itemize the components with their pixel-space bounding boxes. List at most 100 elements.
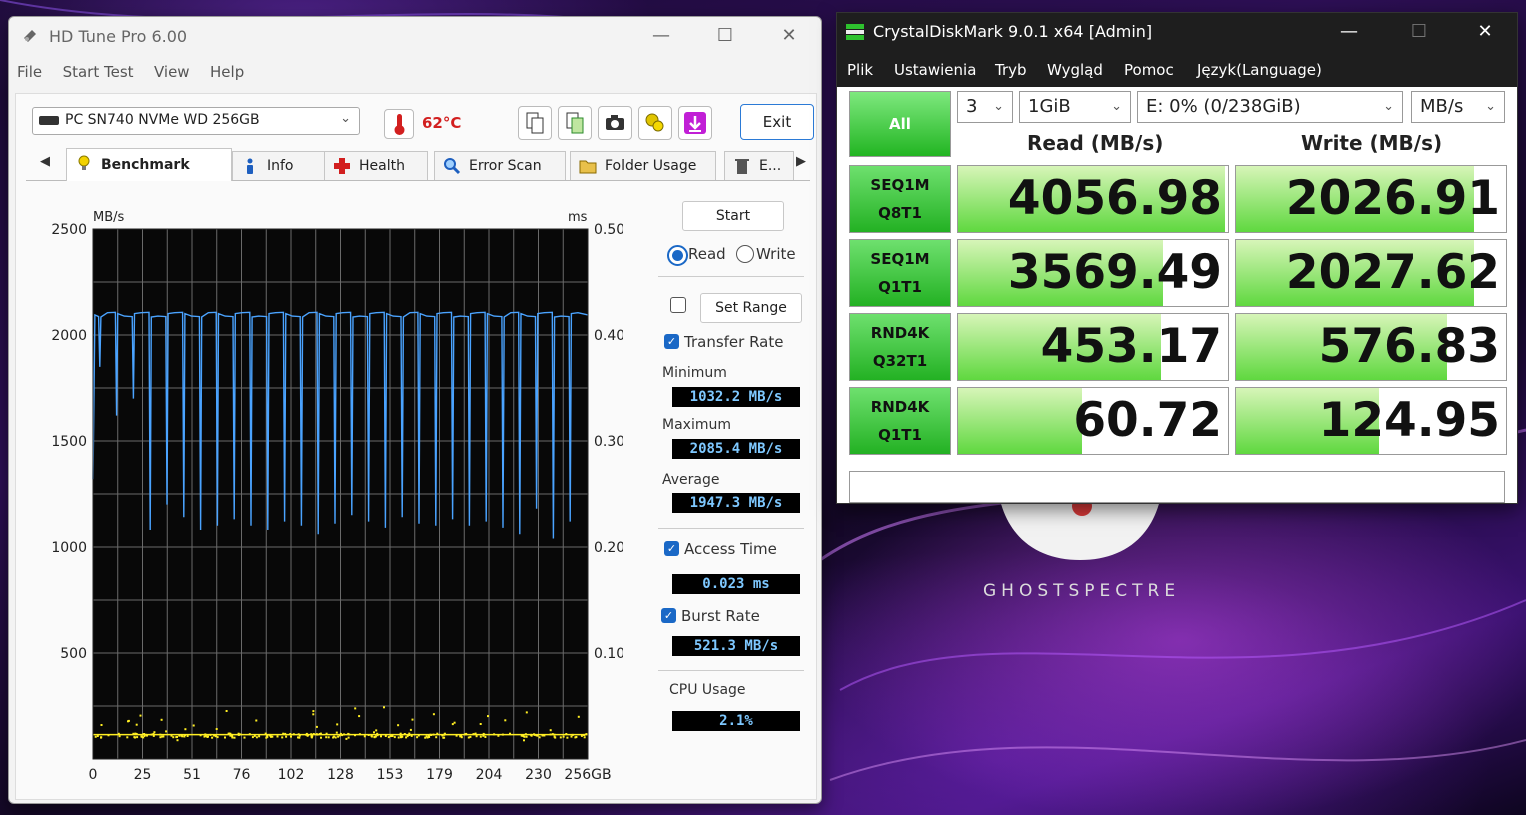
tab-info[interactable]: Info bbox=[232, 151, 326, 180]
tab-health-label: Health bbox=[359, 158, 405, 174]
access-time-point bbox=[100, 724, 103, 726]
menu-start-test[interactable]: Start Test bbox=[63, 63, 134, 81]
comment-field[interactable] bbox=[849, 471, 1505, 503]
access-time-point bbox=[312, 713, 315, 716]
test-name: SEQ1M bbox=[870, 176, 930, 194]
hdtune-title: HD Tune Pro 6.00 bbox=[49, 27, 188, 46]
menu-plik[interactable]: Plik bbox=[847, 61, 873, 79]
tab-error-scan[interactable]: Error Scan bbox=[434, 151, 566, 180]
access-time-point bbox=[255, 719, 258, 722]
result-value: 576.83 bbox=[1318, 319, 1500, 374]
result-value: 3569.49 bbox=[1007, 245, 1222, 300]
access-time-point bbox=[265, 736, 268, 739]
access-time-point bbox=[118, 735, 121, 738]
test-queue: Q8T1 bbox=[878, 204, 922, 222]
separator bbox=[658, 670, 804, 671]
result-read-cell: 453.17 bbox=[957, 313, 1229, 381]
tab-erase[interactable]: E... bbox=[724, 151, 794, 180]
drive-select[interactable]: E: 0% (0/238GiB) ⌄ bbox=[1137, 91, 1403, 123]
result-bar bbox=[958, 388, 1083, 454]
transfer-rate-checkbox[interactable]: ✓ bbox=[664, 334, 679, 349]
cdm-maximize-button[interactable]: ☐ bbox=[1399, 19, 1439, 45]
cdm-titlebar[interactable]: CrystalDiskMark 9.0.1 x64 [Admin] — ☐ ✕ bbox=[837, 13, 1517, 51]
result-value: 2027.62 bbox=[1285, 245, 1500, 300]
save-down-icon[interactable] bbox=[678, 106, 712, 140]
size-select[interactable]: 1GiB ⌄ bbox=[1019, 91, 1131, 123]
size-value: 1GiB bbox=[1028, 96, 1071, 117]
access-time-point bbox=[397, 724, 400, 727]
access-time-point bbox=[214, 735, 217, 738]
menu-help[interactable]: Help bbox=[210, 63, 244, 81]
access-time-point bbox=[484, 736, 487, 738]
hdtune-maximize-button[interactable]: ☐ bbox=[705, 23, 745, 49]
tab-scroll-left-icon[interactable]: ◀ bbox=[40, 154, 50, 169]
access-time-point bbox=[216, 736, 219, 739]
runs-select[interactable]: 3 ⌄ bbox=[957, 91, 1013, 123]
y-right-tick-label: 0.50 bbox=[594, 222, 623, 238]
access-time-point bbox=[347, 736, 350, 739]
test-rnd4k-q1t1-button[interactable]: RND4K Q1T1 bbox=[849, 387, 951, 455]
x-tick-label: 51 bbox=[183, 767, 201, 783]
access-time-point bbox=[311, 735, 314, 738]
read-radio[interactable] bbox=[667, 245, 688, 266]
access-time-point bbox=[389, 735, 392, 738]
access-time-point bbox=[479, 723, 482, 725]
access-time-point bbox=[153, 731, 156, 734]
menu-wyglad[interactable]: Wygląd bbox=[1047, 61, 1103, 79]
result-write-cell: 2027.62 bbox=[1235, 239, 1507, 307]
exit-button[interactable]: Exit bbox=[740, 104, 814, 140]
cdm-close-button[interactable]: ✕ bbox=[1465, 19, 1505, 45]
tab-benchmark[interactable]: Benchmark bbox=[66, 148, 232, 181]
access-time-point bbox=[435, 736, 438, 739]
access-time-point bbox=[183, 735, 186, 738]
menu-view[interactable]: View bbox=[154, 63, 190, 81]
copy-image-icon[interactable] bbox=[558, 106, 592, 140]
menu-pomoc[interactable]: Pomoc bbox=[1124, 61, 1174, 79]
write-radio[interactable] bbox=[736, 245, 754, 263]
camera-icon[interactable] bbox=[598, 106, 632, 140]
maximum-value: 2085.4 MB/s bbox=[672, 439, 800, 459]
menu-jezyk[interactable]: Język(Language) bbox=[1197, 61, 1322, 79]
cdm-title: CrystalDiskMark 9.0.1 x64 [Admin] bbox=[873, 22, 1153, 41]
tab-scroll-right-icon[interactable]: ▶ bbox=[796, 154, 806, 169]
result-read-cell: 60.72 bbox=[957, 387, 1229, 455]
unit-select[interactable]: MB/s ⌄ bbox=[1411, 91, 1505, 123]
set-range-button[interactable]: Set Range bbox=[700, 293, 802, 323]
unit-value: MB/s bbox=[1420, 96, 1464, 117]
access-time-point bbox=[165, 730, 168, 733]
access-time-point bbox=[332, 736, 335, 739]
access-time-point bbox=[231, 736, 234, 739]
menu-tryb[interactable]: Tryb bbox=[995, 61, 1027, 79]
access-time-point bbox=[327, 736, 330, 739]
hdtune-titlebar[interactable]: HD Tune Pro 6.00 — ☐ ✕ bbox=[9, 17, 821, 55]
tab-folder-usage[interactable]: Folder Usage bbox=[570, 151, 716, 180]
access-time-point bbox=[176, 739, 179, 742]
hdtune-close-button[interactable]: ✕ bbox=[769, 23, 809, 49]
menu-ustawienia[interactable]: Ustawienia bbox=[894, 61, 976, 79]
device-select[interactable]: PC SN740 NVMe WD 256GB ⌄ bbox=[32, 107, 360, 135]
test-seq1m-q1t1-button[interactable]: SEQ1M Q1T1 bbox=[849, 239, 951, 307]
start-button[interactable]: Start bbox=[682, 201, 784, 231]
options-icon[interactable] bbox=[638, 106, 672, 140]
cdm-minimize-button[interactable]: — bbox=[1329, 19, 1369, 45]
burst-rate-checkbox[interactable]: ✓ bbox=[661, 608, 676, 623]
hdtune-minimize-button[interactable]: — bbox=[641, 23, 681, 49]
access-time-point bbox=[243, 736, 246, 739]
menu-file[interactable]: File bbox=[17, 63, 42, 81]
access-time-checkbox[interactable]: ✓ bbox=[664, 541, 679, 556]
access-time-point bbox=[373, 731, 375, 734]
set-range-checkbox[interactable] bbox=[670, 297, 686, 313]
y-left-tick-label: 2500 bbox=[51, 222, 87, 238]
access-time-point bbox=[276, 735, 279, 738]
copy-text-icon[interactable] bbox=[518, 106, 552, 140]
chevron-down-icon: ⌄ bbox=[1383, 99, 1394, 114]
write-header: Write (MB/s) bbox=[1301, 131, 1443, 155]
test-seq1m-q8t1-button[interactable]: SEQ1M Q8T1 bbox=[849, 165, 951, 233]
tab-health[interactable]: Health bbox=[324, 151, 428, 180]
all-button[interactable]: All bbox=[849, 91, 951, 157]
test-rnd4k-q32t1-button[interactable]: RND4K Q32T1 bbox=[849, 313, 951, 381]
x-tick-label: 102 bbox=[278, 767, 305, 783]
access-time-point bbox=[475, 735, 478, 738]
access-time-point bbox=[525, 735, 528, 738]
result-value: 2026.91 bbox=[1285, 171, 1500, 226]
